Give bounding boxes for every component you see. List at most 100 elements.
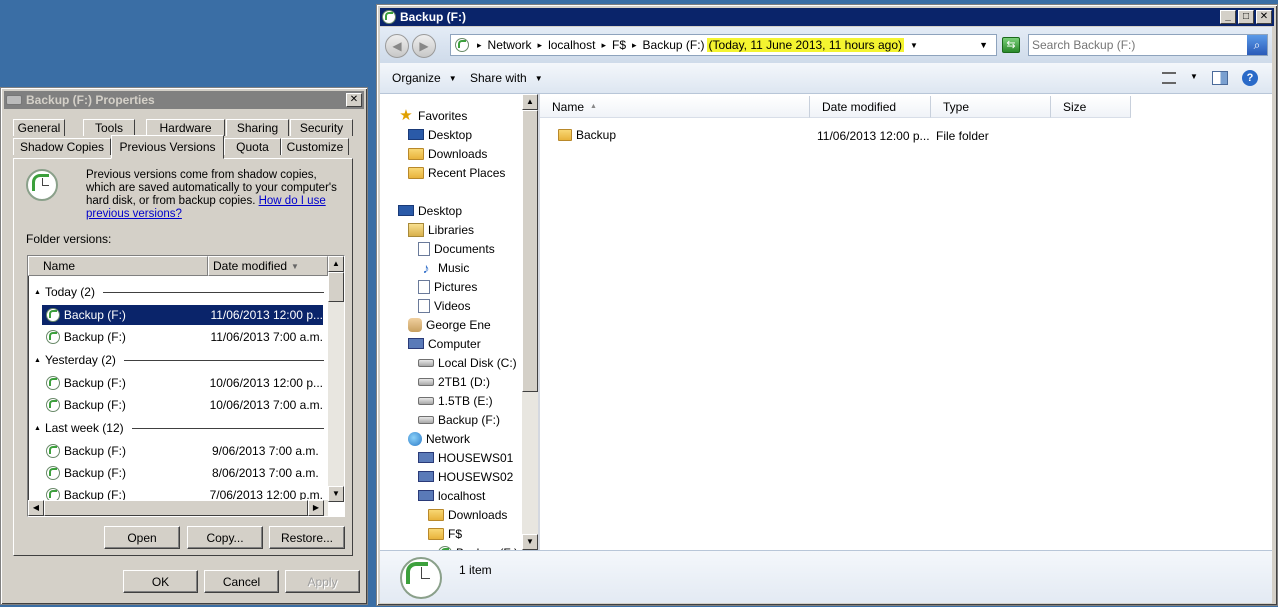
- tab-2[interactable]: Hardware: [146, 119, 225, 136]
- scroll-up-button[interactable]: ▲: [328, 256, 344, 272]
- search-icon[interactable]: ⌕: [1247, 35, 1267, 55]
- scroll-left-button[interactable]: ◀: [28, 500, 44, 516]
- tab-4[interactable]: Security: [290, 119, 353, 136]
- chevron-right-icon[interactable]: ▸: [632, 40, 637, 51]
- nav-item[interactable]: Backup (F:): [418, 410, 500, 429]
- search-box[interactable]: ⌕: [1028, 34, 1268, 56]
- navigation-pane[interactable]: ★ Favorites Desktop Downloads Recent Places D…: [380, 94, 538, 550]
- nav-item[interactable]: Desktop: [408, 125, 472, 144]
- versions-list[interactable]: Name Date modified ▼ ▲ Today (2) Backup (F…: [27, 255, 345, 517]
- file-list[interactable]: Name ▲ Date modified Type Size Backup 11/06/2…: [540, 94, 1272, 550]
- nav-item[interactable]: 1.5TB (E:): [418, 391, 493, 410]
- vertical-scrollbar[interactable]: ▲ ▼: [328, 256, 344, 502]
- scroll-thumb[interactable]: [522, 110, 538, 392]
- column-header-1[interactable]: Date modified: [810, 96, 931, 118]
- search-input[interactable]: [1032, 37, 1240, 53]
- version-group-header[interactable]: ▲ Yesterday (2): [34, 351, 324, 369]
- horizontal-scrollbar[interactable]: ◀ ▶: [28, 500, 328, 516]
- version-row[interactable]: Backup (F:) 11/06/2013 12:00 p...: [42, 305, 323, 325]
- chevron-right-icon[interactable]: ▸: [538, 40, 543, 51]
- nav-item[interactable]: ★ Favorites: [398, 106, 467, 125]
- close-button[interactable]: ✕: [346, 93, 362, 107]
- cancel-button[interactable]: Cancel: [204, 570, 279, 593]
- refresh-button[interactable]: ⇆: [1002, 37, 1020, 53]
- scroll-down-button[interactable]: ▼: [522, 534, 538, 550]
- back-button[interactable]: ◀: [385, 34, 409, 58]
- collapse-icon[interactable]: ▲: [34, 357, 41, 364]
- nav-item[interactable]: Local Disk (C:): [418, 353, 517, 372]
- nav-item[interactable]: Libraries: [408, 220, 474, 239]
- chevron-down-icon[interactable]: ▼: [1190, 72, 1198, 81]
- share-with-menu[interactable]: Share with ▼: [470, 71, 543, 85]
- column-header-date[interactable]: Date modified ▼: [208, 256, 328, 276]
- nav-item[interactable]: Network: [408, 429, 470, 448]
- tab-1[interactable]: Tools: [83, 119, 135, 136]
- help-icon[interactable]: ?: [1242, 70, 1258, 86]
- view-options-icon[interactable]: [1162, 72, 1176, 84]
- nav-item[interactable]: George Ene: [408, 315, 491, 334]
- nav-item[interactable]: HOUSEWS01: [418, 448, 513, 467]
- scroll-right-button[interactable]: ▶: [308, 500, 324, 516]
- nav-item[interactable]: Desktop: [398, 201, 462, 220]
- chevron-down-icon[interactable]: ▼: [910, 41, 918, 50]
- column-header-name[interactable]: Name: [28, 256, 208, 276]
- ok-button[interactable]: OK: [123, 570, 198, 593]
- tab2-2[interactable]: Quota: [224, 138, 281, 155]
- breadcrumb-item[interactable]: Backup (F:): [643, 38, 705, 52]
- nav-item[interactable]: Recent Places: [408, 163, 505, 182]
- file-row[interactable]: Backup 11/06/2013 12:00 p... File folder: [540, 126, 1180, 146]
- nav-item[interactable]: Pictures: [418, 277, 477, 296]
- column-header-2[interactable]: Type: [931, 96, 1051, 118]
- tab2-0[interactable]: Shadow Copies: [13, 138, 111, 155]
- chevron-right-icon[interactable]: ▸: [601, 40, 606, 51]
- version-row[interactable]: Backup (F:) 8/06/2013 7:00 a.m.: [42, 463, 323, 483]
- breadcrumb-item[interactable]: Network: [488, 38, 532, 52]
- tab2-1[interactable]: Previous Versions: [111, 135, 224, 159]
- open-button[interactable]: Open: [104, 526, 180, 549]
- nav-item[interactable]: localhost: [418, 486, 485, 505]
- scroll-up-button[interactable]: ▲: [522, 94, 538, 110]
- maximize-button[interactable]: □: [1238, 10, 1254, 24]
- nav-item[interactable]: Computer: [408, 334, 481, 353]
- nav-item[interactable]: Downloads: [428, 505, 507, 524]
- nav-item[interactable]: Downloads: [408, 144, 487, 163]
- restore-button[interactable]: Restore...: [269, 526, 345, 549]
- nav-item[interactable]: Videos: [418, 296, 470, 315]
- address-dropdown-button[interactable]: ▼: [979, 40, 988, 50]
- version-row[interactable]: Backup (F:) 11/06/2013 7:00 a.m.: [42, 327, 323, 347]
- hscroll-thumb[interactable]: [44, 500, 308, 516]
- minimize-button[interactable]: _: [1220, 10, 1236, 24]
- scroll-thumb[interactable]: [328, 272, 344, 302]
- tab-3[interactable]: Sharing: [226, 119, 289, 136]
- version-row[interactable]: Backup (F:) 9/06/2013 7:00 a.m.: [42, 441, 323, 461]
- version-row[interactable]: Backup (F:) 10/06/2013 12:00 p...: [42, 373, 323, 393]
- scroll-down-button[interactable]: ▼: [328, 486, 344, 502]
- properties-titlebar[interactable]: Backup (F:) Properties ✕: [4, 91, 364, 109]
- explorer-titlebar[interactable]: Backup (F:) _ □ ✕: [380, 8, 1274, 26]
- version-group-header[interactable]: ▲ Last week (12): [34, 419, 324, 437]
- nav-item[interactable]: Backup (F:): [438, 543, 518, 550]
- nav-item[interactable]: HOUSEWS02: [418, 467, 513, 486]
- apply-button[interactable]: Apply: [285, 570, 360, 593]
- forward-button[interactable]: ▶: [412, 34, 436, 58]
- nav-item[interactable]: Documents: [418, 239, 495, 258]
- tab2-3[interactable]: Customize: [281, 138, 349, 155]
- nav-item[interactable]: 2TB1 (D:): [418, 372, 490, 391]
- organize-menu[interactable]: Organize ▼: [392, 71, 457, 85]
- collapse-icon[interactable]: ▲: [34, 289, 41, 296]
- version-row[interactable]: Backup (F:) 10/06/2013 7:00 a.m.: [42, 395, 323, 415]
- close-button[interactable]: ✕: [1256, 10, 1272, 24]
- version-group-header[interactable]: ▲ Today (2): [34, 283, 324, 301]
- nav-scrollbar[interactable]: ▲ ▼: [522, 94, 538, 550]
- column-header-0[interactable]: Name ▲: [540, 96, 810, 118]
- column-header-3[interactable]: Size: [1051, 96, 1131, 118]
- nav-item[interactable]: ♪ Music: [418, 258, 470, 277]
- copy-button[interactable]: Copy...: [187, 526, 263, 549]
- nav-item[interactable]: F$: [428, 524, 462, 543]
- collapse-icon[interactable]: ▲: [34, 425, 41, 432]
- preview-pane-icon[interactable]: [1212, 71, 1228, 85]
- tab-0[interactable]: General: [13, 119, 65, 136]
- breadcrumb-item[interactable]: F$: [612, 38, 626, 52]
- address-bar[interactable]: ▸ Network ▸ localhost ▸ F$ ▸ Backup (F:) (Toda…: [450, 34, 997, 56]
- breadcrumb-item[interactable]: localhost: [548, 38, 595, 52]
